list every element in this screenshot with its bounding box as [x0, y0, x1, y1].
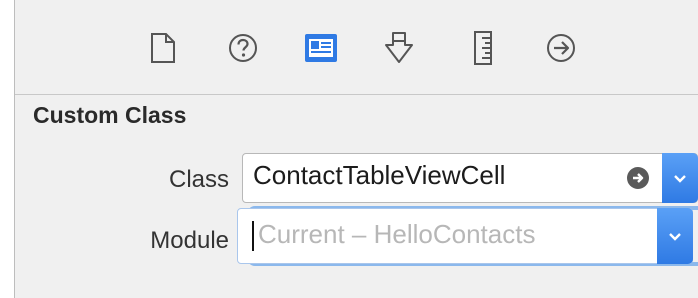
chevron-down-icon [674, 175, 686, 183]
file-inspector-icon[interactable] [145, 30, 181, 66]
connections-inspector-icon[interactable] [543, 30, 579, 66]
text-caret [252, 221, 254, 251]
chevron-down-icon [669, 233, 681, 241]
go-to-class-arrow-icon[interactable] [627, 167, 649, 189]
inspector-panel: Custom Class Class ContactTableViewCell … [14, 0, 698, 298]
module-dropdown-button[interactable] [657, 208, 693, 264]
class-dropdown-button[interactable] [662, 153, 698, 203]
identity-inspector-icon[interactable] [303, 30, 339, 66]
section-title: Custom Class [33, 102, 187, 128]
quick-help-icon[interactable] [225, 30, 261, 66]
module-placeholder: Current – HelloContacts [258, 219, 536, 249]
attributes-inspector-icon[interactable] [381, 30, 417, 66]
inspector-toolbar [15, 0, 698, 95]
class-field[interactable]: ContactTableViewCell [242, 153, 698, 203]
module-field[interactable]: Current – HelloContacts [237, 208, 693, 264]
class-label: Class [168, 166, 229, 193]
class-value: ContactTableViewCell [253, 160, 506, 190]
module-label: Module [150, 227, 229, 254]
size-inspector-icon[interactable] [465, 30, 501, 66]
